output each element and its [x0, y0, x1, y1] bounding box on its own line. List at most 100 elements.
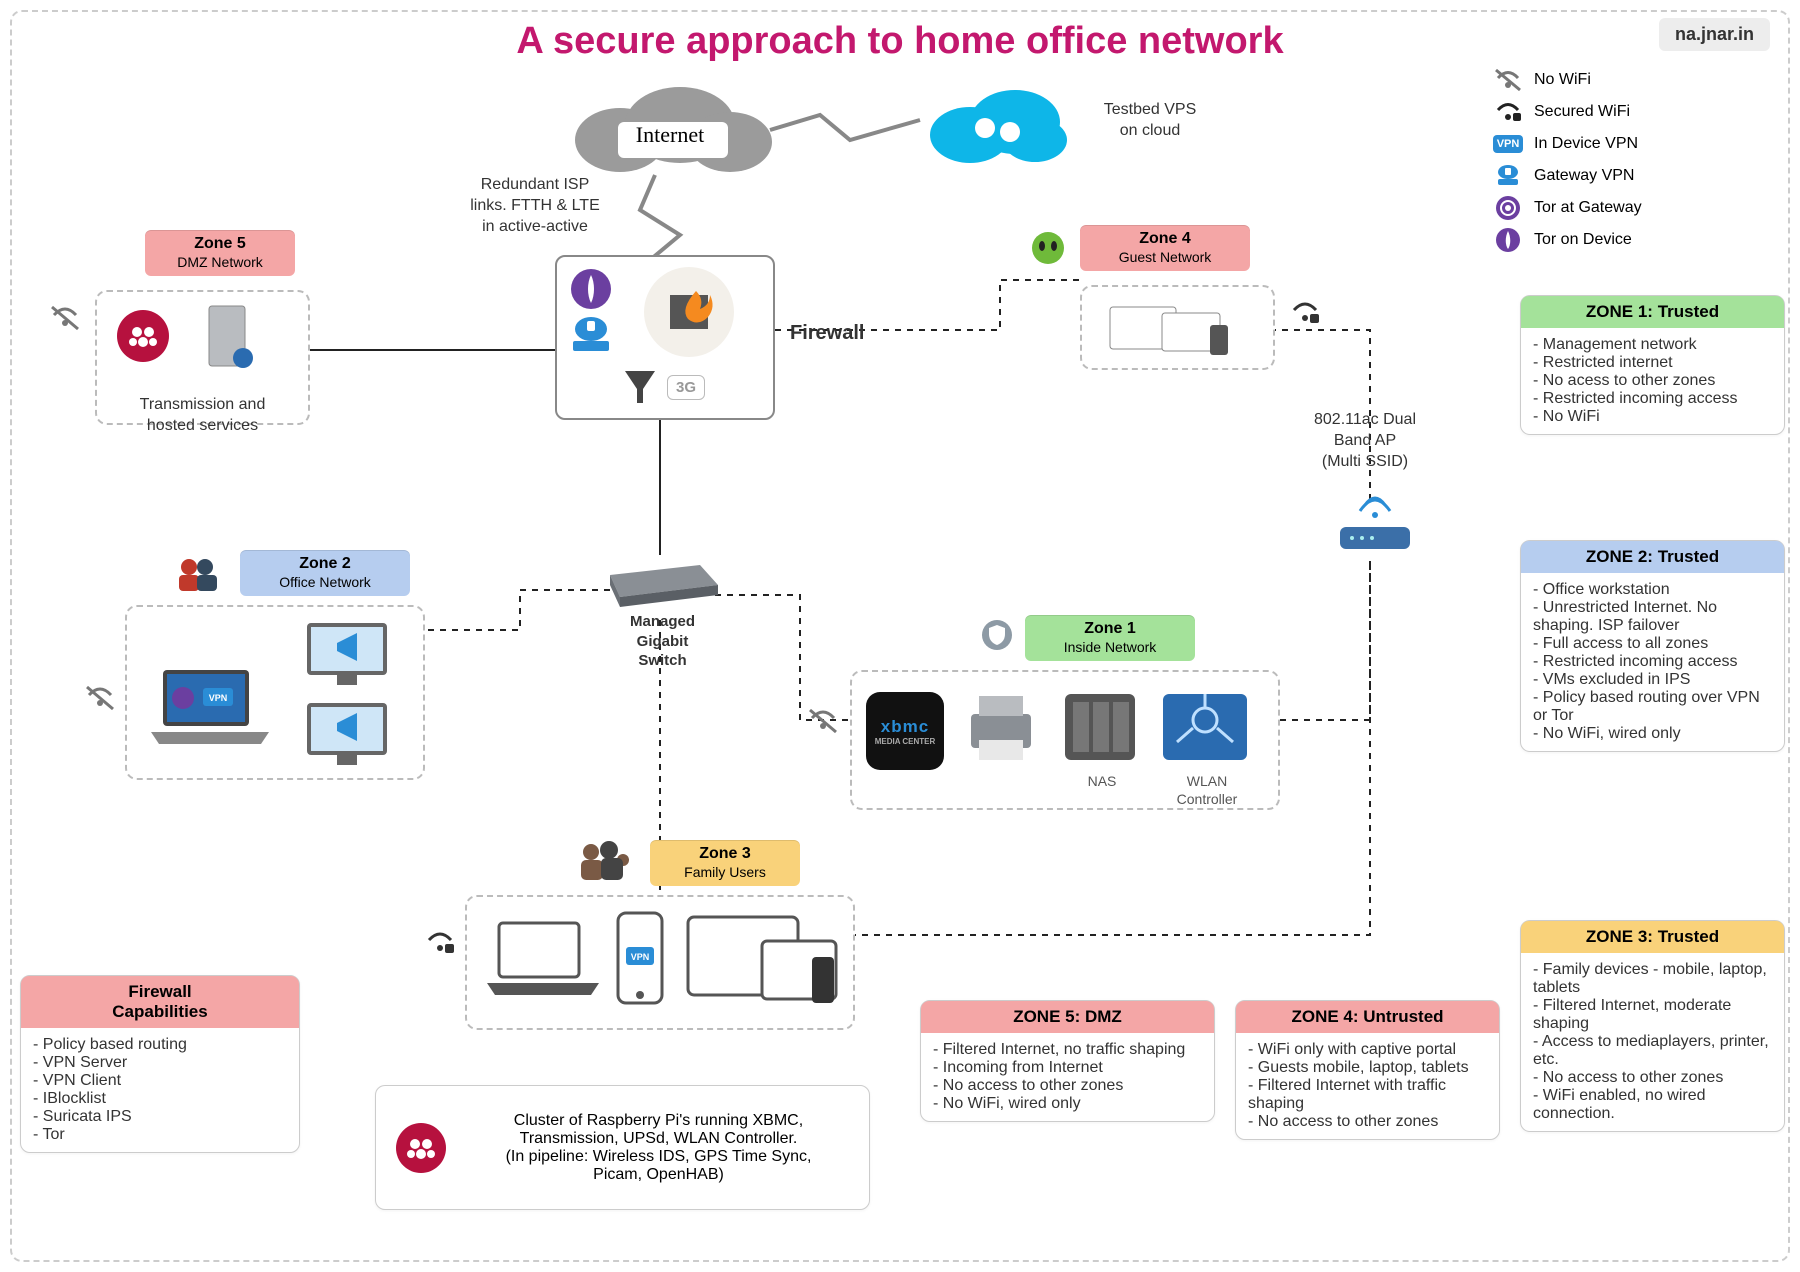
internet-label: Internet: [560, 122, 780, 148]
list-item: VMs excluded in IPS: [1533, 671, 1772, 689]
legend-row: Tor at Gateway: [1494, 196, 1764, 220]
legend: No WiFi Secured WiFi VPN In Device VPN G…: [1494, 60, 1764, 260]
panel-title: ZONE 5: DMZ: [921, 1001, 1214, 1033]
list-item: Policy based routing over VPN or Tor: [1533, 689, 1772, 725]
vpn-badge-icon: VPN: [1494, 132, 1522, 156]
legend-label: In Device VPN: [1534, 135, 1638, 153]
testbed-cloud: [920, 80, 1070, 180]
isp-note: Redundant ISP links. FTTH & LTE in activ…: [450, 175, 620, 237]
firewall-label: Firewall: [790, 320, 880, 346]
list-item: VPN Server: [33, 1054, 287, 1072]
panel-list: Filtered Internet, no traffic shapingInc…: [921, 1033, 1214, 1121]
internet-cloud: Internet: [560, 80, 780, 180]
zone3-node: VPN: [465, 895, 855, 1030]
cluster-note-box: Cluster of Raspberry Pi's running XBMC, …: [375, 1085, 870, 1210]
users-icon: [175, 555, 221, 595]
wlan-label: WLAN Controller: [1152, 772, 1262, 808]
panel-list: Management networkRestricted internetNo …: [1521, 328, 1784, 434]
list-item: Restricted incoming access: [1533, 653, 1772, 671]
family-icon: [575, 840, 635, 886]
legend-row: Gateway VPN: [1494, 164, 1764, 188]
list-item: Policy based routing: [33, 1036, 287, 1054]
panel-zone2: ZONE 2: Trusted Office workstationUnrest…: [1520, 540, 1785, 752]
managed-switch: [600, 555, 720, 610]
legend-label: Secured WiFi: [1534, 103, 1630, 121]
list-item: Unrestricted Internet. No shaping. ISP f…: [1533, 599, 1772, 635]
panel-title: ZONE 1: Trusted: [1521, 296, 1784, 328]
access-point: [1330, 495, 1420, 565]
zone5-badge: Zone 5DMZ Network: [145, 230, 295, 276]
list-item: No WiFi, wired only: [933, 1095, 1202, 1113]
zone4-node: [1080, 285, 1275, 370]
alien-icon: [1030, 230, 1066, 266]
wifi-lock-icon: [1290, 300, 1320, 326]
list-item: VPN Client: [33, 1072, 287, 1090]
list-item: Filtered Internet with traffic shaping: [1248, 1077, 1487, 1113]
zone4-badge: Zone 4Guest Network: [1080, 225, 1250, 271]
panel-title: ZONE 2: Trusted: [1521, 541, 1784, 573]
list-item: Suricata IPS: [33, 1108, 287, 1126]
list-item: WiFi enabled, no wired connection.: [1533, 1087, 1772, 1123]
legend-row: No WiFi: [1494, 68, 1764, 92]
panel-title: ZONE 4: Untrusted: [1236, 1001, 1499, 1033]
firewall-node: 3G: [555, 255, 775, 420]
zone1-badge: Zone 1Inside Network: [1025, 615, 1195, 661]
list-item: No access to other zones: [1248, 1113, 1487, 1131]
cluster-text: Cluster of Raspberry Pi's running XBMC, …: [466, 1112, 851, 1184]
legend-row: VPN In Device VPN: [1494, 132, 1764, 156]
legend-label: Tor on Device: [1534, 231, 1632, 249]
legend-row: Secured WiFi: [1494, 100, 1764, 124]
switch-label: Managed Gigabit Switch: [615, 612, 710, 671]
zone1-node: xbmcMEDIA CENTER NAS WLAN Controller: [850, 670, 1280, 810]
raspberry-pi-icon: [394, 1121, 448, 1175]
wifi-lock-icon: [1494, 100, 1522, 124]
panel-zone3: ZONE 3: Trusted Family devices - mobile,…: [1520, 920, 1785, 1132]
list-item: Incoming from Internet: [933, 1059, 1202, 1077]
list-item: No access to other zones: [1533, 1069, 1772, 1087]
testbed-caption: Testbed VPS on cloud: [1080, 100, 1220, 142]
legend-row: Tor on Device: [1494, 228, 1764, 252]
legend-label: No WiFi: [1534, 71, 1591, 89]
list-item: Guests mobile, laptop, tablets: [1248, 1059, 1487, 1077]
panel-list: Office workstationUnrestricted Internet.…: [1521, 573, 1784, 751]
legend-label: Tor at Gateway: [1534, 199, 1642, 217]
list-item: Filtered Internet, moderate shaping: [1533, 997, 1772, 1033]
ap-note: 802.11ac Dual Band AP (Multi SSID): [1280, 410, 1450, 472]
page-title: A secure approach to home office network: [0, 20, 1800, 63]
list-item: IBlocklist: [33, 1090, 287, 1108]
wifi-off-icon: [50, 305, 80, 331]
list-item: Restricted internet: [1533, 354, 1772, 372]
list-item: Management network: [1533, 336, 1772, 354]
list-item: Tor: [33, 1126, 287, 1144]
zone2-node: VPN: [125, 605, 425, 780]
list-item: Restricted incoming access: [1533, 390, 1772, 408]
wifi-off-icon: [1494, 68, 1522, 92]
wifi-off-icon: [85, 685, 115, 711]
list-item: No WiFi: [1533, 408, 1772, 426]
svg-text:VPN: VPN: [209, 693, 228, 703]
wifi-off-icon: [808, 708, 838, 734]
panel-title: ZONE 3: Trusted: [1521, 921, 1784, 953]
watermark-badge: na.jnar.in: [1659, 18, 1770, 51]
list-item: No acess to other zones: [1533, 372, 1772, 390]
nas-label: NAS: [1072, 772, 1132, 790]
tor-device-icon: [1494, 228, 1522, 252]
list-item: Access to mediaplayers, printer, etc.: [1533, 1033, 1772, 1069]
panel-zone5: ZONE 5: DMZ Filtered Internet, no traffi…: [920, 1000, 1215, 1122]
panel-firewall-capabilities: Firewall Capabilities Policy based routi…: [20, 975, 300, 1153]
panel-title: Firewall Capabilities: [21, 976, 299, 1028]
panel-list: Policy based routingVPN ServerVPN Client…: [21, 1028, 299, 1152]
svg-text:VPN: VPN: [631, 952, 650, 962]
tor-gateway-icon: [1494, 196, 1522, 220]
panel-zone1: ZONE 1: Trusted Management networkRestri…: [1520, 295, 1785, 435]
wifi-lock-icon: [425, 930, 455, 956]
panel-zone4: ZONE 4: Untrusted WiFi only with captive…: [1235, 1000, 1500, 1140]
zone5-caption: Transmission and hosted services: [110, 395, 295, 437]
panel-list: Family devices - mobile, laptop, tablets…: [1521, 953, 1784, 1131]
list-item: WiFi only with captive portal: [1248, 1041, 1487, 1059]
legend-label: Gateway VPN: [1534, 167, 1634, 185]
list-item: Family devices - mobile, laptop, tablets: [1533, 961, 1772, 997]
list-item: Filtered Internet, no traffic shaping: [933, 1041, 1202, 1059]
list-item: No WiFi, wired only: [1533, 725, 1772, 743]
shield-icon: [980, 618, 1014, 652]
